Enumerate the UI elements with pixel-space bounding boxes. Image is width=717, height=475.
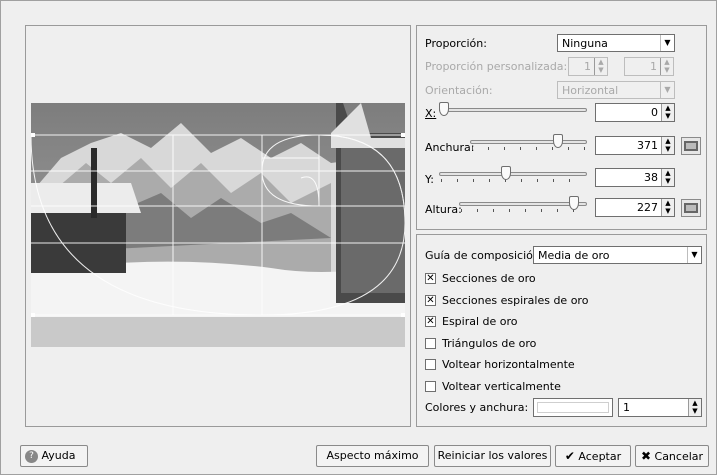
close-icon: ✖ (640, 449, 652, 463)
spin-arrows-icon: ▲ ▼ (661, 137, 674, 154)
spin-arrows-icon: ▲ ▼ (660, 58, 673, 75)
checkbox-icon[interactable]: ✕ (425, 316, 436, 327)
cancel-button[interactable]: ✖ Cancelar (635, 445, 709, 467)
checkbox-icon[interactable] (425, 380, 436, 392)
checkbox-icon[interactable] (425, 337, 436, 349)
custom-ratio-label: Proporción personalizada: (425, 60, 568, 73)
spin-arrows-icon: ▲ ▼ (661, 104, 674, 121)
max-aspect-button[interactable]: Aspecto máximo (316, 445, 429, 467)
x-label-text: X: (425, 107, 437, 120)
composition-option-label: Secciones espirales de oro (442, 293, 589, 307)
composition-option-5[interactable]: Voltear verticalmente (425, 379, 695, 395)
colors-width-label: Colores y anchura: (425, 401, 529, 414)
help-button[interactable]: ? Ayuda (20, 445, 88, 467)
altura-spin[interactable]: 227 ▲ ▼ (595, 198, 675, 217)
anchura-label: Anchura: (425, 141, 475, 154)
x-slider[interactable] (439, 102, 587, 118)
anchura-slider-knob[interactable] (553, 134, 564, 148)
x-slider-track (439, 108, 587, 112)
altura-slider[interactable] (459, 196, 587, 212)
y-slider[interactable] (439, 166, 587, 182)
help-icon: ? (25, 449, 38, 463)
custom-ratio-b-value: 1 (650, 60, 657, 73)
orientation-value: Horizontal (562, 84, 619, 97)
altura-value: 227 (637, 201, 658, 214)
anchura-value: 371 (637, 139, 658, 152)
checkbox-icon[interactable]: ✕ (425, 273, 436, 284)
altura-label: Altura: (425, 203, 462, 216)
checkbox-icon[interactable]: ✕ (425, 294, 436, 306)
composition-option-0[interactable]: ✕ Secciones de oro (425, 271, 695, 287)
composition-option-label: Secciones de oro (442, 272, 536, 285)
accept-button[interactable]: ✔ Aceptar (555, 445, 631, 467)
checkbox-icon[interactable] (425, 359, 436, 370)
y-spin[interactable]: 38 ▲ ▼ (595, 168, 675, 187)
x-spin[interactable]: 0 ▲ ▼ (595, 103, 675, 122)
reset-values-label: Reiniciar los valores (437, 449, 548, 462)
orientation-label: Orientación: (425, 84, 493, 97)
altura-slider-knob[interactable] (568, 196, 579, 210)
proporcion-value: Ninguna (562, 37, 608, 50)
spin-arrows-icon: ▲ ▼ (688, 399, 701, 416)
composition-option-3[interactable]: Triángulos de oro (425, 336, 695, 352)
spin-arrows-icon: ▲ ▼ (594, 58, 607, 75)
y-slider-track (439, 172, 587, 176)
composition-option-4[interactable]: Voltear horizontalmente (425, 357, 695, 373)
max-aspect-label: Aspecto máximo (326, 449, 419, 462)
cancel-label: Cancelar (654, 450, 704, 463)
photo-preview[interactable] (31, 103, 405, 347)
custom-ratio-a-spin[interactable]: 1 ▲ ▼ (568, 57, 608, 76)
x-slider-knob[interactable] (439, 102, 449, 116)
guide-width-value: 1 (623, 401, 630, 414)
guide-color-swatch (537, 402, 609, 413)
y-slider-ticks (441, 179, 585, 182)
y-label: Y: (425, 173, 434, 186)
reset-values-button[interactable]: Reiniciar los valores (434, 445, 551, 467)
anchura-slider[interactable] (470, 134, 587, 150)
proporcion-label: Proporción: (425, 37, 487, 50)
x-value: 0 (651, 106, 658, 119)
guide-width-spin[interactable]: 1 ▲ ▼ (618, 398, 702, 417)
composition-guide-value: Media de oro (538, 249, 610, 262)
image-height-icon (684, 203, 698, 213)
composition-guide-combo[interactable]: Media de oro ▼ (533, 246, 702, 264)
guide-color-button[interactable] (533, 398, 613, 417)
anchura-slider-ticks (472, 147, 585, 150)
check-icon: ✔ (564, 449, 575, 463)
y-value: 38 (644, 171, 658, 184)
y-slider-knob[interactable] (501, 166, 512, 180)
composition-option-2[interactable]: ✕ Espiral de oro (425, 314, 695, 330)
altura-slider-ticks (461, 209, 585, 212)
spin-arrows-icon: ▲ ▼ (661, 169, 674, 186)
composition-panel: Guía de composición: Media de oro ▼ ✕ Sec… (416, 234, 707, 427)
composition-guide-label: Guía de composición: (425, 249, 544, 262)
composition-option-label: Espiral de oro (442, 315, 518, 328)
composition-option-1[interactable]: ✕ Secciones espirales de oro (425, 293, 695, 309)
composition-option-label: Triángulos de oro (442, 336, 537, 350)
set-max-height-button[interactable] (681, 199, 701, 217)
crop-settings-panel: Proporción: Ninguna ▼ Proporción persona… (416, 25, 707, 230)
set-max-width-button[interactable] (681, 137, 701, 155)
custom-ratio-b-spin[interactable]: 1 ▲ ▼ (624, 57, 674, 76)
proporcion-combo[interactable]: Ninguna ▼ (557, 34, 675, 52)
chevron-down-icon: ▼ (660, 82, 674, 98)
image-width-icon (684, 141, 698, 151)
altura-slider-track (459, 202, 587, 206)
custom-ratio-a-value: 1 (584, 60, 591, 73)
photo-image (31, 103, 405, 347)
anchura-spin[interactable]: 371 ▲ ▼ (595, 136, 675, 155)
help-button-label: Ayuda (41, 449, 76, 462)
spin-arrows-icon: ▲ ▼ (661, 199, 674, 216)
composition-option-label: Voltear horizontalmente (442, 358, 575, 371)
x-label: X: (425, 107, 436, 120)
anchura-slider-track (470, 140, 587, 144)
chevron-down-icon: ▼ (660, 35, 674, 51)
composition-option-label: Voltear verticalmente (442, 379, 561, 393)
accept-label: Aceptar (578, 450, 622, 463)
chevron-down-icon: ▼ (687, 247, 701, 263)
orientation-combo[interactable]: Horizontal ▼ (557, 81, 675, 99)
